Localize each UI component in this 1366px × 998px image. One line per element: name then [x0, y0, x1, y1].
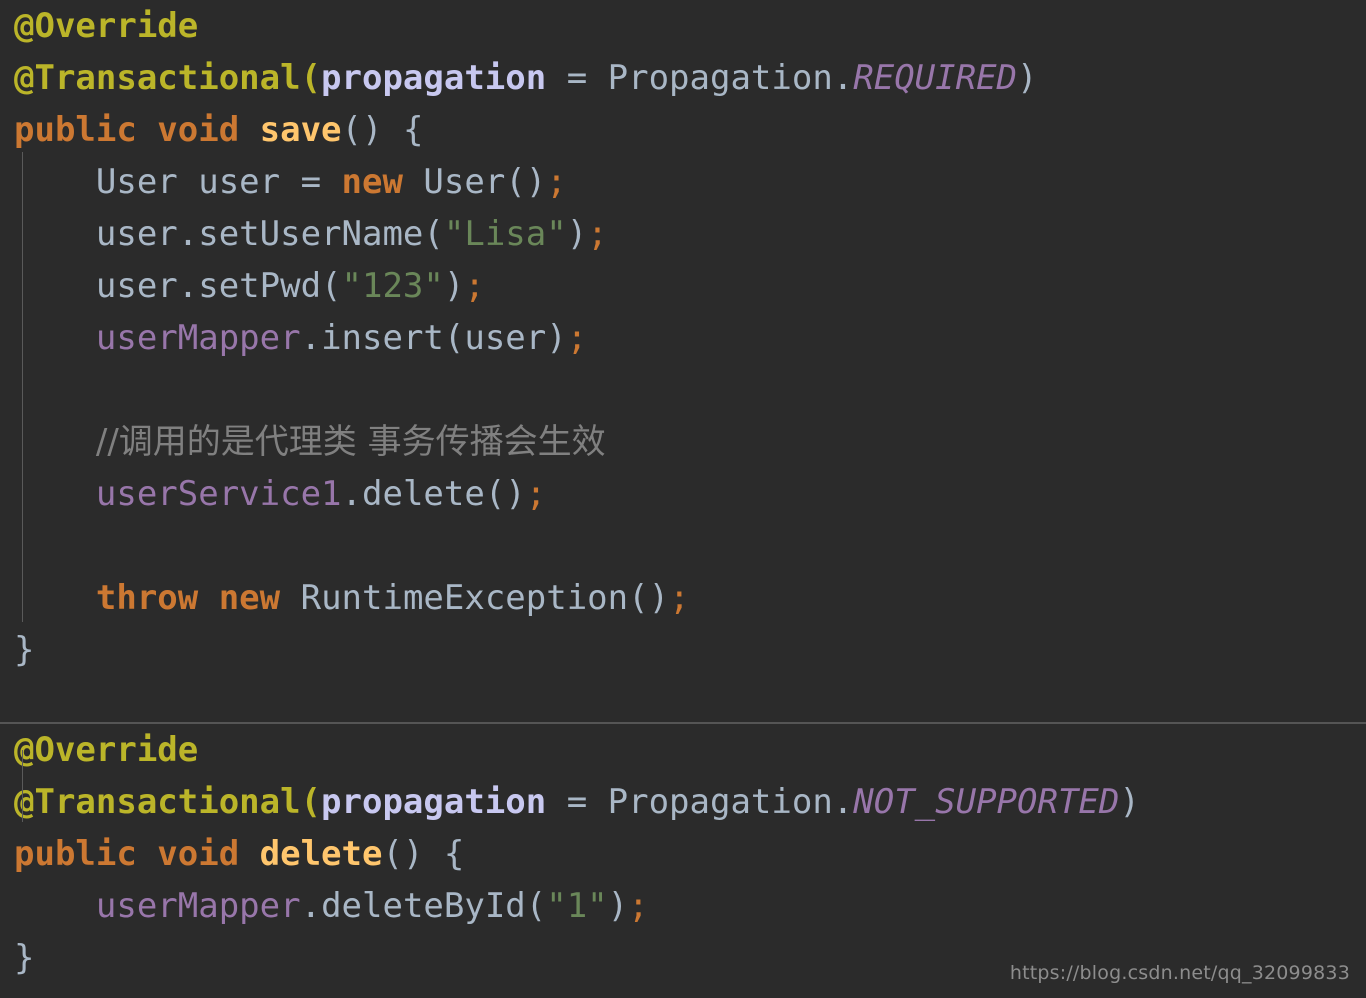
watermark: https://blog.csdn.net/qq_32099833 — [1009, 962, 1350, 984]
code-line[interactable]: } — [0, 624, 1366, 676]
code-line[interactable]: @Override — [0, 724, 1366, 776]
semicolon: ; — [525, 474, 547, 514]
keyword-new: new — [341, 162, 403, 202]
annotation-override: @Override — [14, 6, 199, 46]
propagation-constant-required: REQUIRED — [853, 58, 1018, 98]
annotation-override: @Override — [14, 730, 199, 770]
closing-paren: ) — [443, 266, 465, 306]
field-user-mapper: userMapper — [95, 318, 301, 358]
semicolon: ; — [587, 214, 608, 254]
code-line[interactable]: userMapper.deleteById("1"); — [0, 880, 1366, 932]
closing-brace: } — [14, 938, 35, 978]
code-line[interactable]: @Override — [0, 0, 1366, 52]
indent-guide — [22, 750, 23, 822]
call-set-pwd: user.setPwd( — [14, 266, 342, 306]
code-line[interactable]: throw new RuntimeException(); — [0, 572, 1366, 624]
statement-user-decl: User user = — [14, 162, 342, 202]
code-line[interactable]: userMapper.insert(user); — [0, 312, 1366, 364]
call-delete-by-id: .deleteById( — [300, 886, 547, 926]
propagation-enum-ref: = Propagation. — [546, 782, 854, 822]
indent-guide — [22, 152, 23, 622]
closing-paren: ) — [1119, 782, 1140, 822]
method-name-delete: delete — [259, 834, 383, 874]
code-line[interactable]: @Transactional(propagation = Propagation… — [0, 52, 1366, 104]
code-line[interactable]: public void delete() { — [0, 828, 1366, 880]
closing-paren: ) — [566, 214, 588, 254]
exception-runtime: RuntimeException() — [280, 578, 670, 618]
annotation-transactional: @Transactional( — [14, 782, 322, 822]
propagation-constant-not-supported: NOT_SUPPORTED — [853, 782, 1120, 822]
field-user-mapper: userMapper — [95, 886, 301, 926]
keyword-public-void: public void — [14, 110, 260, 150]
method-signature-tail: () { — [382, 834, 465, 874]
call-delete: .delete() — [341, 474, 526, 514]
closing-paren: ) — [1017, 58, 1038, 98]
code-line[interactable]: public void save() { — [0, 104, 1366, 156]
semicolon: ; — [464, 266, 485, 306]
field-user-service1: userService1 — [95, 474, 342, 514]
constructor-call-user: User() — [402, 162, 547, 202]
code-line[interactable]: user.setUserName("Lisa"); — [0, 208, 1366, 260]
annotation-parameter-propagation: propagation — [321, 782, 547, 822]
string-literal-1: "1" — [546, 886, 608, 926]
method-name-save: save — [259, 110, 342, 150]
call-set-username: user.setUserName( — [14, 214, 444, 254]
code-line[interactable]: User user = new User(); — [0, 156, 1366, 208]
string-literal-lisa: "Lisa" — [443, 214, 567, 254]
blank-line[interactable] — [0, 520, 1366, 572]
code-line[interactable]: //调用的是代理类 事务传播会生效 — [0, 416, 1366, 468]
closing-paren: ) — [607, 886, 629, 926]
string-literal-123: "123" — [341, 266, 444, 306]
annotation-parameter-propagation: propagation — [321, 58, 547, 98]
code-line[interactable]: user.setPwd("123"); — [0, 260, 1366, 312]
call-insert: .insert(user) — [300, 318, 567, 358]
semicolon: ; — [546, 162, 567, 202]
keyword-public-void: public void — [14, 834, 260, 874]
code-line[interactable]: userService1.delete(); — [0, 468, 1366, 520]
save-method-block: @Override @Transactional(propagation = P… — [0, 0, 1366, 722]
semicolon: ; — [628, 886, 649, 926]
code-line[interactable]: @Transactional(propagation = Propagation… — [0, 776, 1366, 828]
annotation-transactional: @Transactional( — [14, 58, 322, 98]
comment-chinese: //调用的是代理类 事务传播会生效 — [95, 422, 606, 462]
semicolon: ; — [566, 318, 588, 358]
method-signature-tail: () { — [341, 110, 424, 150]
code-editor-screenshot: @Override @Transactional(propagation = P… — [0, 0, 1366, 998]
propagation-enum-ref: = Propagation. — [546, 58, 854, 98]
blank-line[interactable] — [0, 364, 1366, 416]
semicolon: ; — [669, 578, 690, 618]
closing-brace: } — [14, 630, 35, 670]
keyword-throw-new: throw new — [95, 578, 281, 618]
delete-method-block: @Override @Transactional(propagation = P… — [0, 724, 1366, 998]
